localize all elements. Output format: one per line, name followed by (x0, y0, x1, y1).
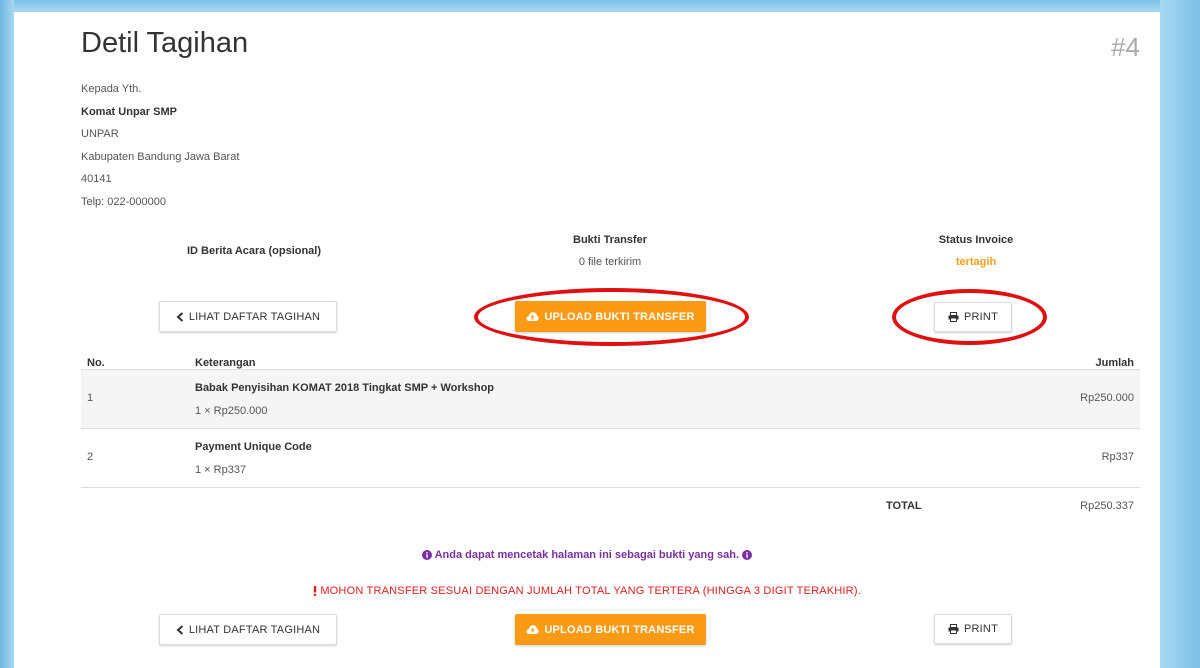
header-no: No. (87, 357, 105, 369)
print-label: PRINT (964, 311, 998, 323)
total-label: TOTAL (886, 500, 922, 512)
row-amount: Rp250.000 (1080, 392, 1134, 404)
info-note-text: Anda dapat mencetak halaman ini sebagai … (434, 549, 740, 561)
print-label: PRINT (964, 623, 998, 635)
cloud-upload-icon (526, 625, 539, 634)
bukti-transfer-count: 0 file terkirim (578, 256, 642, 268)
background-top (0, 0, 1200, 12)
back-to-list-button-top[interactable]: LIHAT DAFTAR TAGIHAN (159, 301, 337, 332)
cloud-upload-icon (526, 312, 539, 321)
bukti-transfer-label: Bukti Transfer (573, 234, 647, 246)
print-button-bottom[interactable]: PRINT (934, 614, 1012, 644)
recipient-greeting: Kepada Yth. (81, 83, 142, 95)
chevron-left-icon (176, 311, 183, 322)
upload-bukti-transfer-button-bottom[interactable]: UPLOAD BUKTI TRANSFER (515, 614, 706, 645)
recipient-postal-code: 40141 (81, 173, 112, 185)
row-description: Babak Penyisihan KOMAT 2018 Tingkat SMP … (195, 382, 494, 417)
status-invoice-value: tertagih (955, 256, 997, 268)
info-circle-icon (421, 550, 432, 560)
upload-bukti-transfer-label: UPLOAD BUKTI TRANSFER (544, 310, 695, 323)
warning-note-text: MOHON TRANSFER SESUAI DENGAN JUMLAH TOTA… (320, 585, 861, 597)
row-no: 2 (87, 451, 94, 463)
upload-bukti-transfer-label: UPLOAD BUKTI TRANSFER (544, 623, 695, 636)
printer-icon (948, 624, 959, 634)
back-to-list-label: LIHAT DAFTAR TAGIHAN (188, 623, 321, 636)
upload-bukti-transfer-button-top[interactable]: UPLOAD BUKTI TRANSFER (515, 301, 706, 332)
total-value: Rp250.337 (1080, 500, 1134, 512)
page-title: Detil Tagihan (81, 27, 249, 59)
invoice-number: #4 (1111, 32, 1140, 62)
total-row: TOTAL Rp250.337 (81, 487, 1140, 527)
recipient-organization: UNPAR (81, 128, 119, 140)
back-to-list-button-bottom[interactable]: LIHAT DAFTAR TAGIHAN (159, 614, 337, 645)
header-jumlah: Jumlah (1095, 357, 1134, 369)
row-item-qty: 1 × Rp337 (195, 464, 247, 476)
table-row: 1 Babak Penyisihan KOMAT 2018 Tingkat SM… (81, 369, 1140, 429)
recipient-name: Komat Unpar SMP (81, 105, 177, 118)
row-description: Payment Unique Code 1 × Rp337 (195, 441, 312, 476)
back-to-list-label: LIHAT DAFTAR TAGIHAN (188, 310, 321, 323)
status-invoice-label: Status Invoice (938, 234, 1014, 246)
table-row: 2 Payment Unique Code 1 × Rp337 Rp337 (81, 428, 1140, 488)
info-circle-icon (742, 550, 753, 560)
row-amount: Rp337 (1101, 451, 1134, 463)
print-button-top[interactable]: PRINT (934, 302, 1012, 332)
row-item-qty: 1 × Rp250.000 (195, 405, 268, 417)
printer-icon (948, 312, 959, 322)
info-note: Anda dapat mencetak halaman ini sebagai … (14, 549, 1160, 561)
warning-note: MOHON TRANSFER SESUAI DENGAN JUMLAH TOTA… (14, 585, 1160, 597)
recipient-city: Kabupaten Bandung Jawa Barat (81, 150, 240, 163)
berita-acara-label: ID Berita Acara (opsional) (186, 245, 322, 257)
background-left (0, 0, 14, 668)
row-item-name: Babak Penyisihan KOMAT 2018 Tingkat SMP … (195, 382, 495, 394)
recipient-phone: Telp: 022-000000 (81, 195, 167, 208)
background-right (1160, 0, 1200, 668)
row-item-name: Payment Unique Code (195, 441, 312, 453)
invoice-panel: Detil Tagihan #4 Kepada Yth. Komat Unpar… (14, 12, 1160, 668)
chevron-left-icon (176, 624, 183, 635)
header-keterangan: Keterangan (195, 357, 256, 369)
exclamation-icon (313, 586, 317, 596)
row-no: 1 (87, 392, 94, 404)
recipient-address: Kepada Yth. Komat Unpar SMP UNPAR Kabupa… (81, 78, 239, 213)
